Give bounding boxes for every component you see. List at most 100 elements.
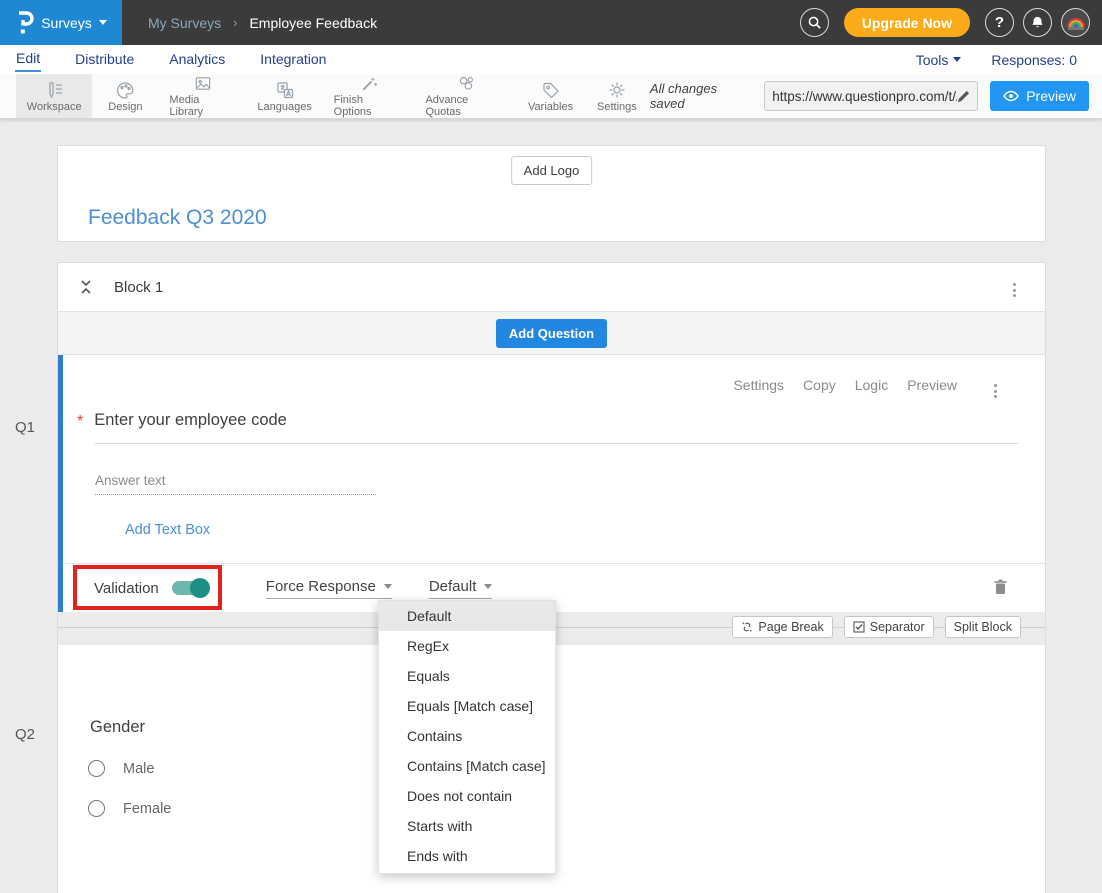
tools-label: Tools [916,52,949,68]
toolbar-item-label: Settings [597,101,637,113]
bell-icon [1030,15,1045,31]
toolbar-item-design[interactable]: Design [92,74,158,118]
radio-option-male[interactable]: Male [88,760,154,777]
validation-type-value: Default [429,578,477,595]
toolbar-item-finish-options[interactable]: Finish Options [323,74,415,118]
add-question-strip: Add Question [58,312,1045,355]
breadcrumb-separator: › [233,15,237,30]
tab-analytics[interactable]: Analytics [168,48,226,71]
tab-distribute[interactable]: Distribute [74,48,135,71]
toolbar-item-workspace[interactable]: Workspace [16,74,92,118]
block-header: Block 1 [58,263,1045,312]
questionpro-logo-icon [15,10,34,35]
split-block-button[interactable]: Split Block [945,616,1021,638]
delete-question-button[interactable] [994,579,1007,600]
editor-toolbar: Workspace Design Media Library Languages [0,74,1102,119]
radio-button-icon[interactable] [88,760,105,777]
validation-type-option[interactable]: Equals [379,661,555,691]
tools-menu[interactable]: Tools [916,52,962,68]
separator-button[interactable]: Separator [844,616,934,638]
toolbar-item-advance-quotas[interactable]: Advance Quotas [414,74,517,118]
top-header: Surveys My Surveys › Employee Feedback U… [0,0,1102,45]
validation-type-option[interactable]: Ends with [379,841,555,871]
toolbar-item-label: Variables [528,101,573,113]
collapse-block-button[interactable] [80,279,92,295]
toolbar-right: All changes saved https://www.questionpr… [650,74,1102,118]
validation-type-option[interactable]: Default [379,601,555,631]
trash-icon [994,579,1007,595]
toolbar-item-media-library[interactable]: Media Library [158,74,246,118]
question-menu-button[interactable] [988,378,1003,404]
toolbar-item-label: Media Library [169,94,235,118]
question-preview-link[interactable]: Preview [907,377,957,393]
validation-type-option[interactable]: Starts with [379,811,555,841]
languages-icon [275,80,295,100]
toolbar-item-settings[interactable]: Settings [584,74,650,118]
nav-right: Tools Responses: 0 [916,52,1087,68]
product-switcher[interactable]: Surveys [0,0,122,45]
settings-icon [607,80,627,100]
search-icon [807,15,822,30]
breadcrumb: My Surveys › Employee Feedback [148,15,377,31]
kebab-icon [994,384,997,387]
collapse-vertical-icon [80,279,92,295]
page-break-button[interactable]: Page Break [732,616,832,638]
header-actions: Upgrade Now ? [800,8,1102,37]
validation-type-option[interactable]: RegEx [379,631,555,661]
separator-label: Separator [870,620,925,634]
survey-title[interactable]: Feedback Q3 2020 [88,206,267,230]
radio-button-icon[interactable] [88,800,105,817]
avatar-image [1063,10,1089,36]
validation-type-option[interactable]: Does not contain [379,781,555,811]
page-break-label: Page Break [758,620,823,634]
page-break-icon [741,621,753,633]
save-status-text: All changes saved [650,81,752,111]
help-button[interactable]: ? [985,8,1014,37]
search-button[interactable] [800,8,829,37]
insert-buttons: Page Break Separator Split Block [732,616,1021,638]
question-card-q1: Settings Copy Logic Preview * Enter your… [58,355,1045,612]
radio-option-female[interactable]: Female [88,800,171,817]
variables-icon [541,80,561,100]
block-menu-button[interactable] [1007,277,1022,303]
chevron-down-icon [953,57,961,62]
validation-type-option[interactable]: Contains [Match case] [379,751,555,781]
add-text-box-link[interactable]: Add Text Box [125,522,210,538]
toolbar-item-languages[interactable]: Languages [247,74,323,118]
breadcrumb-my-surveys[interactable]: My Surveys [148,15,221,31]
block-title[interactable]: Block 1 [114,279,163,296]
survey-url-field[interactable]: https://www.questionpro.com/t/A [764,81,978,111]
toolbar-item-label: Workspace [27,101,82,113]
validation-type-option[interactable]: Contains [379,721,555,751]
validation-type-dropdown[interactable]: Default [429,578,493,599]
preview-button[interactable]: Preview [990,81,1089,111]
question-text[interactable]: Enter your employee code [94,411,287,430]
notifications-button[interactable] [1023,8,1052,37]
toolbar-item-label: Languages [257,101,311,113]
toolbar-item-variables[interactable]: Variables [517,74,584,118]
validation-toggle[interactable] [172,581,208,595]
main-nav-tabs: Edit Distribute Analytics Integration To… [0,45,1102,74]
add-question-button[interactable]: Add Question [496,319,607,348]
force-response-dropdown[interactable]: Force Response [266,578,392,599]
question-settings-link[interactable]: Settings [733,377,784,393]
tab-integration[interactable]: Integration [259,48,327,71]
question-text[interactable]: Gender [90,718,145,737]
answer-text-input[interactable]: Answer text [95,473,166,488]
validation-type-option[interactable]: Equals [Match case] [379,691,555,721]
user-avatar[interactable] [1061,8,1090,37]
question-logic-link[interactable]: Logic [855,377,888,393]
question-text-row: * Enter your employee code [77,411,287,431]
radio-option-label: Female [123,801,171,817]
add-logo-button[interactable]: Add Logo [511,156,593,185]
survey-header-card: Add Logo Feedback Q3 2020 [57,145,1046,242]
edit-pencil-icon[interactable] [957,90,970,103]
responses-count[interactable]: Responses: 0 [991,52,1077,68]
tab-edit[interactable]: Edit [15,47,41,72]
question-copy-link[interactable]: Copy [803,377,836,393]
kebab-icon [1013,283,1016,286]
required-asterisk: * [77,413,83,431]
validation-type-menu: Default RegEx Equals Equals [Match case]… [378,600,556,874]
upgrade-now-button[interactable]: Upgrade Now [844,8,970,37]
force-response-label: Force Response [266,578,376,595]
